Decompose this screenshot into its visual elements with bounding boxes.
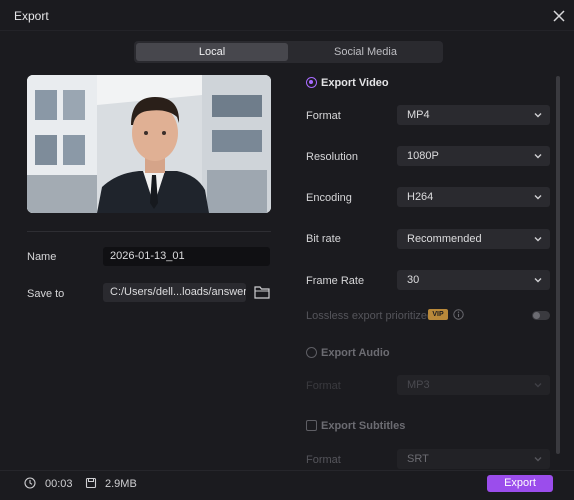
export-audio-radio[interactable] [306,347,317,358]
folder-icon[interactable] [254,285,270,299]
duration-value: 00:03 [45,478,73,490]
subtitles-format-select[interactable]: SRT [397,449,550,469]
chevron-down-icon [534,457,542,462]
chevron-down-icon [534,383,542,388]
chevron-down-icon [534,113,542,118]
export-video-title: Export Video [321,77,389,89]
subtitles-format-label: Format [306,454,341,466]
audio-format-label: Format [306,380,341,392]
vip-badge: VIP [428,309,448,320]
encoding-select[interactable]: H264 [397,187,550,207]
name-label: Name [27,251,57,263]
export-tabs: Local Social Media [134,41,443,63]
chevron-down-icon [534,154,542,159]
export-video-radio[interactable] [306,77,317,88]
resolution-value: 1080P [407,150,439,162]
settings-scrollbar[interactable] [556,76,560,454]
lossless-toggle[interactable] [532,311,550,320]
format-value: MP4 [407,109,430,121]
save-path-field[interactable]: C:/Users/dell...loads/answers [103,283,246,302]
resolution-select[interactable]: 1080P [397,146,550,166]
audio-format-select[interactable]: MP3 [397,375,550,395]
info-icon[interactable] [453,309,464,320]
title-bar: Export [0,0,574,31]
bitrate-select[interactable]: Recommended [397,229,550,249]
file-size-icon [85,477,97,489]
audio-format-value: MP3 [407,379,430,391]
framerate-label: Frame Rate [306,275,365,287]
divider [27,231,271,232]
export-button[interactable]: Export [487,475,553,492]
encoding-label: Encoding [306,192,352,204]
lossless-label: Lossless export prioritized [306,310,434,322]
encoding-value: H264 [407,191,434,203]
export-subtitles-checkbox[interactable] [306,420,317,431]
framerate-select[interactable]: 30 [397,270,550,290]
close-icon[interactable] [549,6,569,26]
tab-social-media[interactable]: Social Media [290,43,441,61]
subtitles-format-value: SRT [407,453,429,465]
file-size-value: 2.9MB [105,478,137,490]
name-input[interactable]: 2026-01-13_01 [103,247,270,266]
chevron-down-icon [534,195,542,200]
resolution-label: Resolution [306,151,358,163]
video-preview [27,75,271,213]
format-select[interactable]: MP4 [397,105,550,125]
save-to-label: Save to [27,288,65,300]
export-audio-title: Export Audio [321,347,390,359]
window-title: Export [14,9,49,23]
bitrate-value: Recommended [407,233,482,245]
tab-local[interactable]: Local [136,43,288,61]
clock-icon [24,477,36,489]
export-subtitles-title: Export Subtitles [321,420,406,432]
chevron-down-icon [534,237,542,242]
bitrate-label: Bit rate [306,233,341,245]
framerate-value: 30 [407,274,420,286]
format-label: Format [306,110,341,122]
chevron-down-icon [534,278,542,283]
